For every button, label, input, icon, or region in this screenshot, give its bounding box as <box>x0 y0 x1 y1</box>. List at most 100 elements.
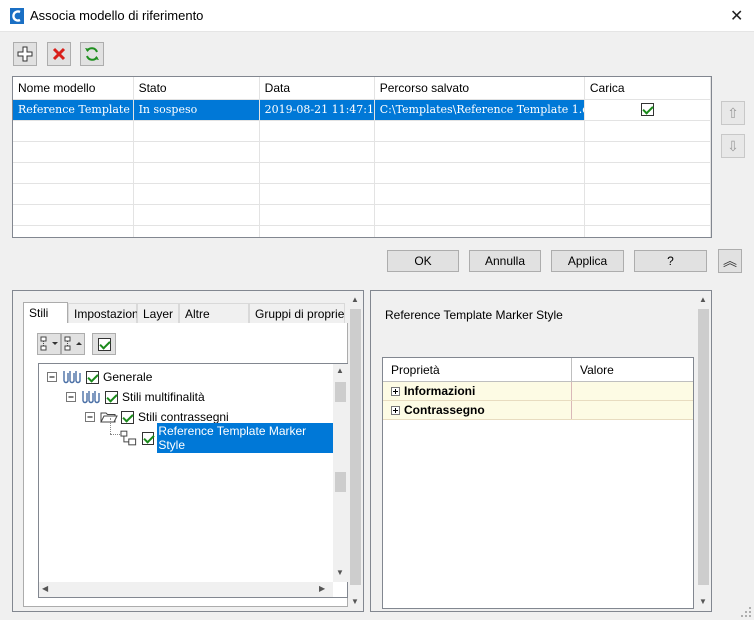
plus-icon[interactable] <box>391 386 400 396</box>
minus-icon <box>47 371 57 382</box>
expand-tree-button[interactable] <box>37 333 61 355</box>
apply-button[interactable]: Applica <box>551 250 624 272</box>
move-up-button[interactable]: ⇧ <box>721 101 745 125</box>
tree-checkbox[interactable] <box>86 370 99 384</box>
column-header-status[interactable]: Stato <box>133 77 260 100</box>
plus-icon <box>17 46 33 62</box>
check-all-button[interactable] <box>92 333 116 355</box>
property-value[interactable] <box>572 401 693 419</box>
style-heading: Reference Template Marker Style <box>385 308 563 322</box>
tree-label: Stili contrassegni <box>138 410 229 424</box>
cell-date[interactable]: 2019-08-21 11:47:17 <box>259 99 375 121</box>
cell-name[interactable]: Reference Template 1 <box>13 99 134 121</box>
tree-checkbox[interactable] <box>141 431 155 445</box>
property-grid: Proprietà Valore Informazioni Contrasseg… <box>382 357 694 609</box>
tab-other-resources[interactable]: Altre risorse <box>179 303 249 341</box>
cell-status[interactable]: In sospeso <box>133 99 260 121</box>
minus-icon <box>85 411 95 422</box>
table-row-empty <box>13 204 711 226</box>
tree-connector <box>110 418 111 434</box>
tree-label-selected: Reference Template Marker Style <box>157 423 333 453</box>
table-row[interactable]: Reference Template 1 In sospeso 2019-08-… <box>13 99 711 121</box>
style-group-icon <box>82 391 100 404</box>
tab-property-groups[interactable]: Gruppi di proprietà <box>249 303 345 324</box>
scroll-right-icon[interactable]: ▶ <box>319 584 325 593</box>
scroll-thumb[interactable] <box>698 309 709 585</box>
right-panel-scrollbar[interactable]: ▲ ▼ <box>696 291 711 611</box>
table-row-empty <box>13 120 711 142</box>
scroll-down-icon[interactable]: ▼ <box>699 597 707 606</box>
plus-icon[interactable] <box>391 405 400 415</box>
scroll-down-icon[interactable]: ▼ <box>336 568 344 577</box>
refresh-button[interactable] <box>80 42 104 66</box>
tree-node-multipurpose[interactable]: Stili multifinalità <box>66 387 205 407</box>
tree-connector <box>110 434 120 435</box>
window-title: Associa modello di riferimento <box>30 8 204 23</box>
tree-node-marker-style-leaf[interactable]: Reference Template Marker Style <box>120 423 333 453</box>
scroll-down-icon[interactable]: ▼ <box>351 597 359 606</box>
arrow-up-icon: ⇧ <box>727 104 739 121</box>
collapse-tree-button[interactable] <box>61 333 85 355</box>
move-down-button[interactable]: ⇩ <box>721 134 745 158</box>
add-model-button[interactable] <box>13 42 37 66</box>
style-tree: Generale Stili multifinalità Stili contr… <box>38 363 348 598</box>
cell-load[interactable] <box>584 99 711 121</box>
property-value[interactable] <box>572 382 693 400</box>
scroll-thumb[interactable] <box>350 309 361 585</box>
left-panel-scrollbar[interactable]: ▲ ▼ <box>348 291 363 611</box>
scroll-up-icon[interactable]: ▲ <box>336 366 344 375</box>
style-group-icon <box>63 371 81 384</box>
cell-path[interactable]: C:\Templates\Reference Template 1.dwt <box>374 99 585 121</box>
scroll-left-icon[interactable]: ◀ <box>42 584 48 593</box>
tab-settings[interactable]: Impostazioni <box>68 303 141 324</box>
minus-icon <box>66 391 76 402</box>
tree-node-generale[interactable]: Generale <box>47 367 152 387</box>
tab-strip: Stili Impostazioni Layer Altre risorse G… <box>23 302 345 341</box>
grid-header: Nome modello Stato Data Percorso salvato… <box>13 77 711 100</box>
tree-collapse-icon <box>64 336 82 351</box>
close-icon[interactable]: ✕ <box>730 6 743 26</box>
property-row-info[interactable]: Informazioni <box>383 382 693 401</box>
help-button[interactable]: ? <box>634 250 707 272</box>
table-row-empty <box>13 162 711 184</box>
table-row-empty <box>13 141 711 163</box>
refresh-icon <box>85 47 99 61</box>
tree-horizontal-scrollbar[interactable]: ◀ ▶ <box>39 582 333 597</box>
column-header-date[interactable]: Data <box>259 77 375 100</box>
property-row-marker[interactable]: Contrassegno <box>383 401 693 420</box>
load-checkbox[interactable] <box>640 103 654 117</box>
scroll-up-icon[interactable]: ▲ <box>699 295 707 304</box>
column-header-value[interactable]: Valore <box>572 358 693 381</box>
red-x-icon <box>52 47 66 61</box>
tree-checkbox[interactable] <box>105 390 118 404</box>
property-label: Contrassegno <box>404 403 485 417</box>
tab-layer[interactable]: Layer <box>137 303 179 324</box>
tree-vertical-scrollbar[interactable]: ▲ ▼ <box>333 364 348 582</box>
cancel-button[interactable]: Annulla <box>469 250 541 272</box>
property-label: Informazioni <box>404 384 476 398</box>
scroll-up-icon[interactable]: ▲ <box>351 295 359 304</box>
collapse-button[interactable]: ︽ <box>718 249 742 273</box>
arrow-down-icon: ⇩ <box>727 137 739 154</box>
title-bar: Associa modello di riferimento ✕ <box>0 0 754 32</box>
tree-label: Stili multifinalità <box>122 390 205 404</box>
scroll-thumb[interactable] <box>335 382 346 402</box>
tab-styles[interactable]: Stili <box>23 302 68 324</box>
delete-model-button[interactable] <box>47 42 71 66</box>
marker-style-icon <box>120 430 137 446</box>
open-folder-icon <box>100 412 118 423</box>
ok-button[interactable]: OK <box>387 250 459 272</box>
scroll-thumb[interactable] <box>335 472 346 492</box>
tree-label: Generale <box>103 370 153 384</box>
column-header-load[interactable]: Carica <box>584 77 711 100</box>
column-header-path[interactable]: Percorso salvato <box>374 77 585 100</box>
table-row-empty <box>13 225 711 237</box>
app-icon <box>10 8 24 24</box>
property-grid-header: Proprietà Valore <box>383 358 693 382</box>
check-icon <box>97 337 111 351</box>
tree-checkbox[interactable] <box>121 410 134 424</box>
double-chevron-up-icon: ︽ <box>723 253 737 269</box>
column-header-name[interactable]: Nome modello <box>13 77 134 100</box>
resize-grip-icon[interactable] <box>740 606 752 618</box>
column-header-property[interactable]: Proprietà <box>383 358 572 381</box>
